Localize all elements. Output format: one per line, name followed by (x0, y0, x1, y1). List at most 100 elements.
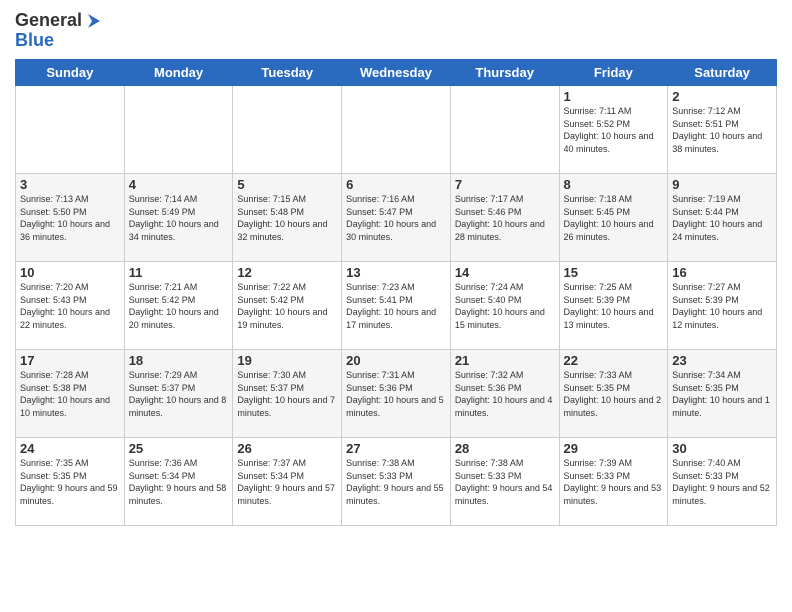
day-number: 21 (455, 353, 555, 368)
calendar-day: 15Sunrise: 7:25 AM Sunset: 5:39 PM Dayli… (559, 262, 668, 350)
day-number: 24 (20, 441, 120, 456)
calendar-week: 24Sunrise: 7:35 AM Sunset: 5:35 PM Dayli… (16, 438, 777, 526)
day-number: 22 (564, 353, 664, 368)
day-info: Sunrise: 7:40 AM Sunset: 5:33 PM Dayligh… (672, 457, 772, 507)
weekday-header: Saturday (668, 60, 777, 86)
calendar-day: 25Sunrise: 7:36 AM Sunset: 5:34 PM Dayli… (124, 438, 233, 526)
day-number: 6 (346, 177, 446, 192)
day-info: Sunrise: 7:32 AM Sunset: 5:36 PM Dayligh… (455, 369, 555, 419)
day-info: Sunrise: 7:19 AM Sunset: 5:44 PM Dayligh… (672, 193, 772, 243)
calendar-day: 23Sunrise: 7:34 AM Sunset: 5:35 PM Dayli… (668, 350, 777, 438)
day-info: Sunrise: 7:14 AM Sunset: 5:49 PM Dayligh… (129, 193, 229, 243)
weekday-header: Wednesday (342, 60, 451, 86)
day-number: 1 (564, 89, 664, 104)
calendar-day: 12Sunrise: 7:22 AM Sunset: 5:42 PM Dayli… (233, 262, 342, 350)
weekday-header: Friday (559, 60, 668, 86)
day-number: 14 (455, 265, 555, 280)
calendar-day: 18Sunrise: 7:29 AM Sunset: 5:37 PM Dayli… (124, 350, 233, 438)
day-info: Sunrise: 7:27 AM Sunset: 5:39 PM Dayligh… (672, 281, 772, 331)
day-info: Sunrise: 7:38 AM Sunset: 5:33 PM Dayligh… (346, 457, 446, 507)
calendar-day: 27Sunrise: 7:38 AM Sunset: 5:33 PM Dayli… (342, 438, 451, 526)
day-info: Sunrise: 7:17 AM Sunset: 5:46 PM Dayligh… (455, 193, 555, 243)
calendar-day: 14Sunrise: 7:24 AM Sunset: 5:40 PM Dayli… (450, 262, 559, 350)
day-number: 7 (455, 177, 555, 192)
main-container: General Blue SundayMondayTuesdayWednesda… (0, 0, 792, 536)
calendar-day: 1Sunrise: 7:11 AM Sunset: 5:52 PM Daylig… (559, 86, 668, 174)
day-info: Sunrise: 7:31 AM Sunset: 5:36 PM Dayligh… (346, 369, 446, 419)
calendar-day: 17Sunrise: 7:28 AM Sunset: 5:38 PM Dayli… (16, 350, 125, 438)
calendar-day: 29Sunrise: 7:39 AM Sunset: 5:33 PM Dayli… (559, 438, 668, 526)
day-number: 20 (346, 353, 446, 368)
calendar-day (16, 86, 125, 174)
day-info: Sunrise: 7:20 AM Sunset: 5:43 PM Dayligh… (20, 281, 120, 331)
day-number: 25 (129, 441, 229, 456)
calendar-week: 1Sunrise: 7:11 AM Sunset: 5:52 PM Daylig… (16, 86, 777, 174)
calendar-day: 4Sunrise: 7:14 AM Sunset: 5:49 PM Daylig… (124, 174, 233, 262)
day-info: Sunrise: 7:12 AM Sunset: 5:51 PM Dayligh… (672, 105, 772, 155)
day-number: 15 (564, 265, 664, 280)
day-info: Sunrise: 7:34 AM Sunset: 5:35 PM Dayligh… (672, 369, 772, 419)
day-info: Sunrise: 7:15 AM Sunset: 5:48 PM Dayligh… (237, 193, 337, 243)
logo-text: General Blue (15, 10, 102, 51)
day-number: 18 (129, 353, 229, 368)
day-number: 3 (20, 177, 120, 192)
day-info: Sunrise: 7:35 AM Sunset: 5:35 PM Dayligh… (20, 457, 120, 507)
calendar-day: 22Sunrise: 7:33 AM Sunset: 5:35 PM Dayli… (559, 350, 668, 438)
day-info: Sunrise: 7:39 AM Sunset: 5:33 PM Dayligh… (564, 457, 664, 507)
day-info: Sunrise: 7:13 AM Sunset: 5:50 PM Dayligh… (20, 193, 120, 243)
day-number: 13 (346, 265, 446, 280)
calendar-week: 3Sunrise: 7:13 AM Sunset: 5:50 PM Daylig… (16, 174, 777, 262)
day-number: 4 (129, 177, 229, 192)
weekday-header: Sunday (16, 60, 125, 86)
day-info: Sunrise: 7:21 AM Sunset: 5:42 PM Dayligh… (129, 281, 229, 331)
day-number: 30 (672, 441, 772, 456)
calendar-day: 8Sunrise: 7:18 AM Sunset: 5:45 PM Daylig… (559, 174, 668, 262)
day-info: Sunrise: 7:22 AM Sunset: 5:42 PM Dayligh… (237, 281, 337, 331)
calendar-day: 16Sunrise: 7:27 AM Sunset: 5:39 PM Dayli… (668, 262, 777, 350)
calendar-day: 19Sunrise: 7:30 AM Sunset: 5:37 PM Dayli… (233, 350, 342, 438)
calendar-day: 10Sunrise: 7:20 AM Sunset: 5:43 PM Dayli… (16, 262, 125, 350)
calendar-day: 21Sunrise: 7:32 AM Sunset: 5:36 PM Dayli… (450, 350, 559, 438)
day-number: 2 (672, 89, 772, 104)
day-info: Sunrise: 7:11 AM Sunset: 5:52 PM Dayligh… (564, 105, 664, 155)
calendar-day: 13Sunrise: 7:23 AM Sunset: 5:41 PM Dayli… (342, 262, 451, 350)
day-number: 9 (672, 177, 772, 192)
calendar-week: 17Sunrise: 7:28 AM Sunset: 5:38 PM Dayli… (16, 350, 777, 438)
day-number: 8 (564, 177, 664, 192)
calendar-day: 6Sunrise: 7:16 AM Sunset: 5:47 PM Daylig… (342, 174, 451, 262)
calendar-day: 7Sunrise: 7:17 AM Sunset: 5:46 PM Daylig… (450, 174, 559, 262)
calendar-header: SundayMondayTuesdayWednesdayThursdayFrid… (16, 60, 777, 86)
day-info: Sunrise: 7:33 AM Sunset: 5:35 PM Dayligh… (564, 369, 664, 419)
calendar-day: 5Sunrise: 7:15 AM Sunset: 5:48 PM Daylig… (233, 174, 342, 262)
day-number: 27 (346, 441, 446, 456)
calendar-table: SundayMondayTuesdayWednesdayThursdayFrid… (15, 59, 777, 526)
day-info: Sunrise: 7:36 AM Sunset: 5:34 PM Dayligh… (129, 457, 229, 507)
page-header: General Blue (15, 10, 777, 51)
calendar-day: 24Sunrise: 7:35 AM Sunset: 5:35 PM Dayli… (16, 438, 125, 526)
day-info: Sunrise: 7:37 AM Sunset: 5:34 PM Dayligh… (237, 457, 337, 507)
calendar-day: 26Sunrise: 7:37 AM Sunset: 5:34 PM Dayli… (233, 438, 342, 526)
day-number: 17 (20, 353, 120, 368)
calendar-day (342, 86, 451, 174)
day-number: 16 (672, 265, 772, 280)
day-number: 26 (237, 441, 337, 456)
calendar-day: 3Sunrise: 7:13 AM Sunset: 5:50 PM Daylig… (16, 174, 125, 262)
calendar-day: 9Sunrise: 7:19 AM Sunset: 5:44 PM Daylig… (668, 174, 777, 262)
calendar-day: 28Sunrise: 7:38 AM Sunset: 5:33 PM Dayli… (450, 438, 559, 526)
day-info: Sunrise: 7:16 AM Sunset: 5:47 PM Dayligh… (346, 193, 446, 243)
calendar-day: 20Sunrise: 7:31 AM Sunset: 5:36 PM Dayli… (342, 350, 451, 438)
day-number: 23 (672, 353, 772, 368)
day-number: 5 (237, 177, 337, 192)
weekday-header: Tuesday (233, 60, 342, 86)
calendar-day (450, 86, 559, 174)
day-number: 28 (455, 441, 555, 456)
day-info: Sunrise: 7:18 AM Sunset: 5:45 PM Dayligh… (564, 193, 664, 243)
day-info: Sunrise: 7:28 AM Sunset: 5:38 PM Dayligh… (20, 369, 120, 419)
logo: General Blue (15, 10, 102, 51)
day-number: 12 (237, 265, 337, 280)
calendar-day: 30Sunrise: 7:40 AM Sunset: 5:33 PM Dayli… (668, 438, 777, 526)
day-info: Sunrise: 7:30 AM Sunset: 5:37 PM Dayligh… (237, 369, 337, 419)
calendar-week: 10Sunrise: 7:20 AM Sunset: 5:43 PM Dayli… (16, 262, 777, 350)
weekday-header: Thursday (450, 60, 559, 86)
day-info: Sunrise: 7:38 AM Sunset: 5:33 PM Dayligh… (455, 457, 555, 507)
